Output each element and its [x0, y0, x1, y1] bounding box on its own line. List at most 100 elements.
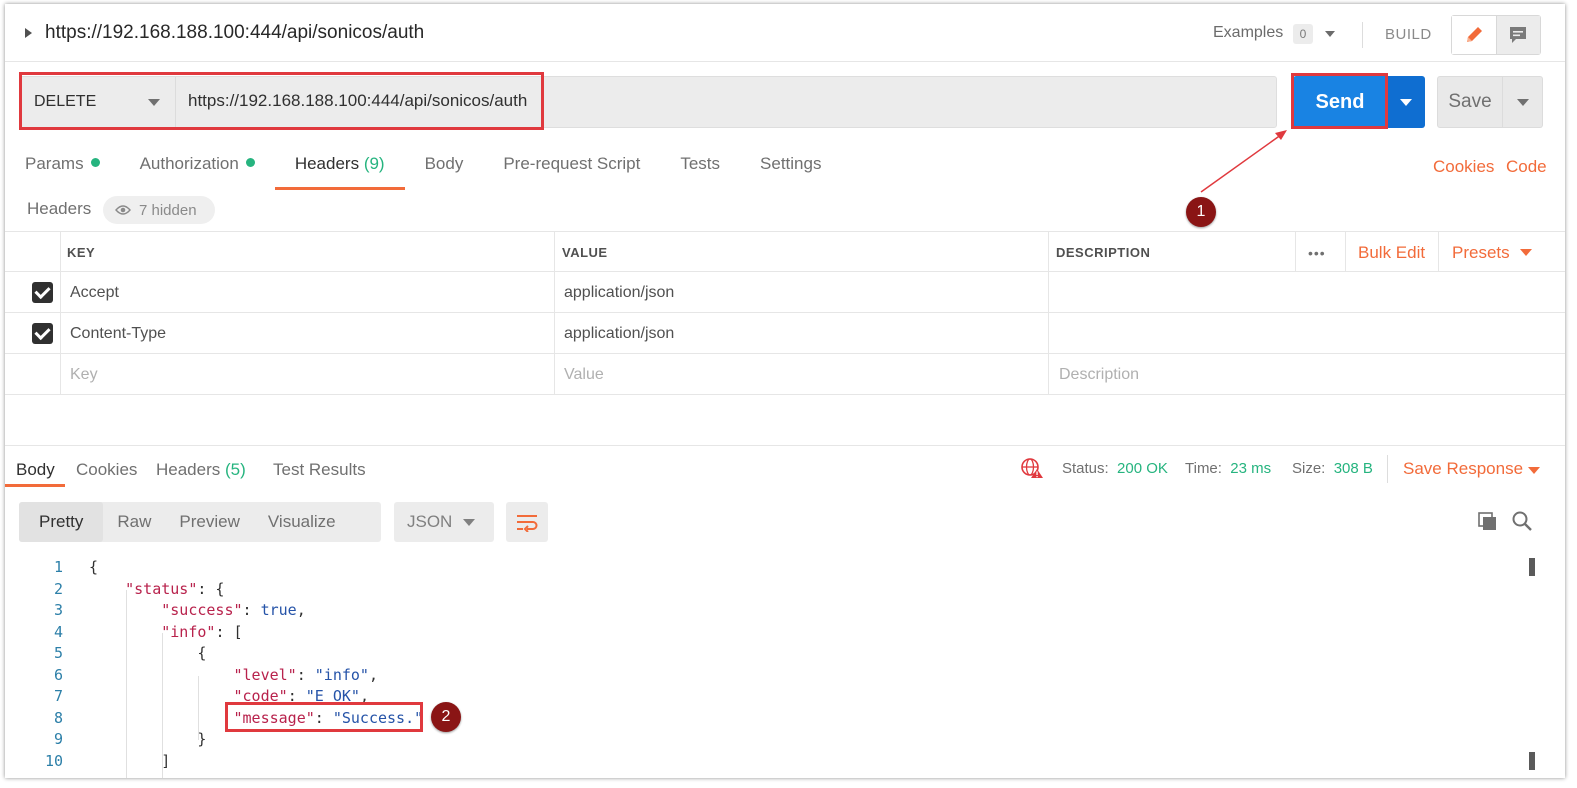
save-response-button[interactable]: Save Response [1403, 459, 1523, 479]
tab-test-results[interactable]: Test Results [273, 460, 366, 480]
column-divider [60, 231, 61, 395]
send-highlight [1291, 73, 1388, 129]
bulk-edit-link[interactable]: Bulk Edit [1358, 232, 1425, 273]
new-key-input[interactable]: Key [70, 354, 98, 395]
tab-label: Params [25, 154, 84, 173]
tab-prerequest-script[interactable]: Pre-request Script [503, 154, 640, 190]
column-key: KEY [67, 245, 96, 260]
comments-mode-button[interactable] [1496, 16, 1540, 54]
code-line: 9 } [5, 730, 1525, 752]
tab-label: Headers [156, 460, 221, 479]
tab-response-headers[interactable]: Headers (5) [156, 460, 246, 480]
globe-warning-icon[interactable] [1020, 457, 1044, 479]
request-title[interactable]: https://192.168.188.100:444/api/sonicos/… [45, 22, 424, 44]
column-divider [554, 231, 555, 395]
line-number: 3 [53, 601, 63, 619]
response-time: Time: 23 ms [1185, 460, 1271, 477]
scroll-thumb-bottom[interactable] [1529, 752, 1535, 770]
tab-response-body[interactable]: Body [16, 460, 55, 480]
tab-body[interactable]: Body [425, 154, 464, 190]
tab-tests[interactable]: Tests [680, 154, 720, 190]
line-number: 4 [53, 622, 63, 641]
table-row: Content-Type application/json [5, 313, 1565, 354]
wrap-lines-icon [517, 515, 538, 532]
column-divider [1345, 231, 1346, 272]
code-link[interactable]: Code [1506, 157, 1547, 177]
new-value-input[interactable]: Value [564, 354, 604, 395]
code-line: 10 ] [5, 752, 1525, 774]
tab-headers[interactable]: Headers (9) [274, 154, 405, 190]
scrollbar[interactable] [1529, 556, 1537, 770]
build-label: BUILD [1385, 26, 1432, 43]
status-value: 200 OK [1117, 460, 1168, 477]
code-line: 6 "level": "info", [5, 666, 1525, 688]
header-enabled-checkbox[interactable] [32, 323, 53, 344]
format-select[interactable]: JSON [394, 502, 494, 542]
chevron-down-icon [1519, 249, 1532, 256]
search-icon[interactable] [1511, 510, 1533, 532]
response-headers-count: (5) [225, 460, 246, 479]
line-number: 1 [53, 558, 63, 576]
header-key[interactable]: Accept [70, 272, 119, 313]
code-line: 3 "success": true, [5, 601, 1525, 623]
response-body-viewer[interactable]: 1 { 2 "status": { 3 "success": true, 4 "… [5, 556, 1535, 778]
column-divider [1438, 231, 1439, 272]
scroll-thumb-top[interactable] [1529, 558, 1535, 576]
header-value[interactable]: application/json [564, 313, 674, 354]
request-tabs: Params Authorization Headers (9) Body Pr… [25, 154, 861, 190]
code-line: 4 "info": [ [5, 623, 1525, 645]
active-dot-icon [90, 158, 100, 167]
cookies-link[interactable]: Cookies [1433, 157, 1494, 177]
tab-authorization[interactable]: Authorization [140, 154, 255, 190]
code-text: } [89, 730, 207, 748]
presets-link[interactable]: Presets [1452, 232, 1532, 273]
copy-icon[interactable] [1476, 510, 1498, 532]
more-options-icon[interactable]: ••• [1308, 232, 1326, 273]
postman-window: https://192.168.188.100:444/api/sonicos/… [5, 4, 1565, 778]
json-key: "status" [125, 579, 198, 598]
eye-icon [115, 205, 131, 215]
new-description-input[interactable]: Description [1059, 354, 1139, 395]
view-preview-button[interactable]: Preview [165, 502, 253, 542]
tab-settings[interactable]: Settings [760, 154, 821, 190]
line-number: 6 [53, 665, 63, 684]
headers-section-label: Headers [27, 199, 92, 218]
save-options-button[interactable] [1503, 76, 1543, 128]
tab-label: Authorization [139, 154, 239, 173]
json-value: "info" [314, 665, 369, 684]
json-key: "level" [233, 665, 297, 684]
column-value: VALUE [562, 245, 608, 260]
json-value: true [260, 601, 297, 619]
send-options-button[interactable] [1387, 76, 1425, 128]
line-number: 7 [53, 687, 63, 705]
view-visualize-button[interactable]: Visualize [254, 502, 350, 542]
chevron-down-icon [1516, 98, 1529, 106]
format-value: JSON [407, 512, 453, 531]
chevron-down-icon[interactable] [1528, 467, 1540, 474]
expand-caret-icon[interactable] [25, 28, 32, 38]
response-status: Status: 200 OK [1062, 460, 1168, 477]
line-number: 8 [53, 708, 63, 727]
view-raw-button[interactable]: Raw [103, 502, 165, 542]
code-text: "info": [ [161, 622, 243, 641]
view-pretty-button[interactable]: Pretty [19, 502, 104, 542]
tab-label: Headers [294, 154, 360, 173]
header-key[interactable]: Content-Type [70, 313, 166, 354]
header-enabled-checkbox[interactable] [32, 282, 53, 303]
step-2-badge: 2 [431, 702, 461, 732]
code-text: ] [89, 751, 171, 770]
comment-icon [1510, 27, 1527, 43]
save-button[interactable]: Save [1437, 76, 1503, 128]
hidden-headers-toggle[interactable]: 7 hidden [103, 196, 215, 224]
tab-params[interactable]: Params [25, 154, 100, 190]
divider [1362, 22, 1363, 48]
header-value[interactable]: application/json [564, 272, 674, 313]
examples-label[interactable]: Examples [1213, 24, 1283, 42]
time-value: 23 ms [1230, 460, 1272, 477]
code-text: { [89, 644, 207, 662]
tab-response-cookies[interactable]: Cookies [76, 460, 137, 480]
chevron-down-icon[interactable] [1325, 31, 1335, 37]
edit-mode-button[interactable] [1452, 16, 1497, 54]
chevron-down-icon [463, 519, 475, 526]
wrap-lines-button[interactable] [506, 502, 548, 542]
